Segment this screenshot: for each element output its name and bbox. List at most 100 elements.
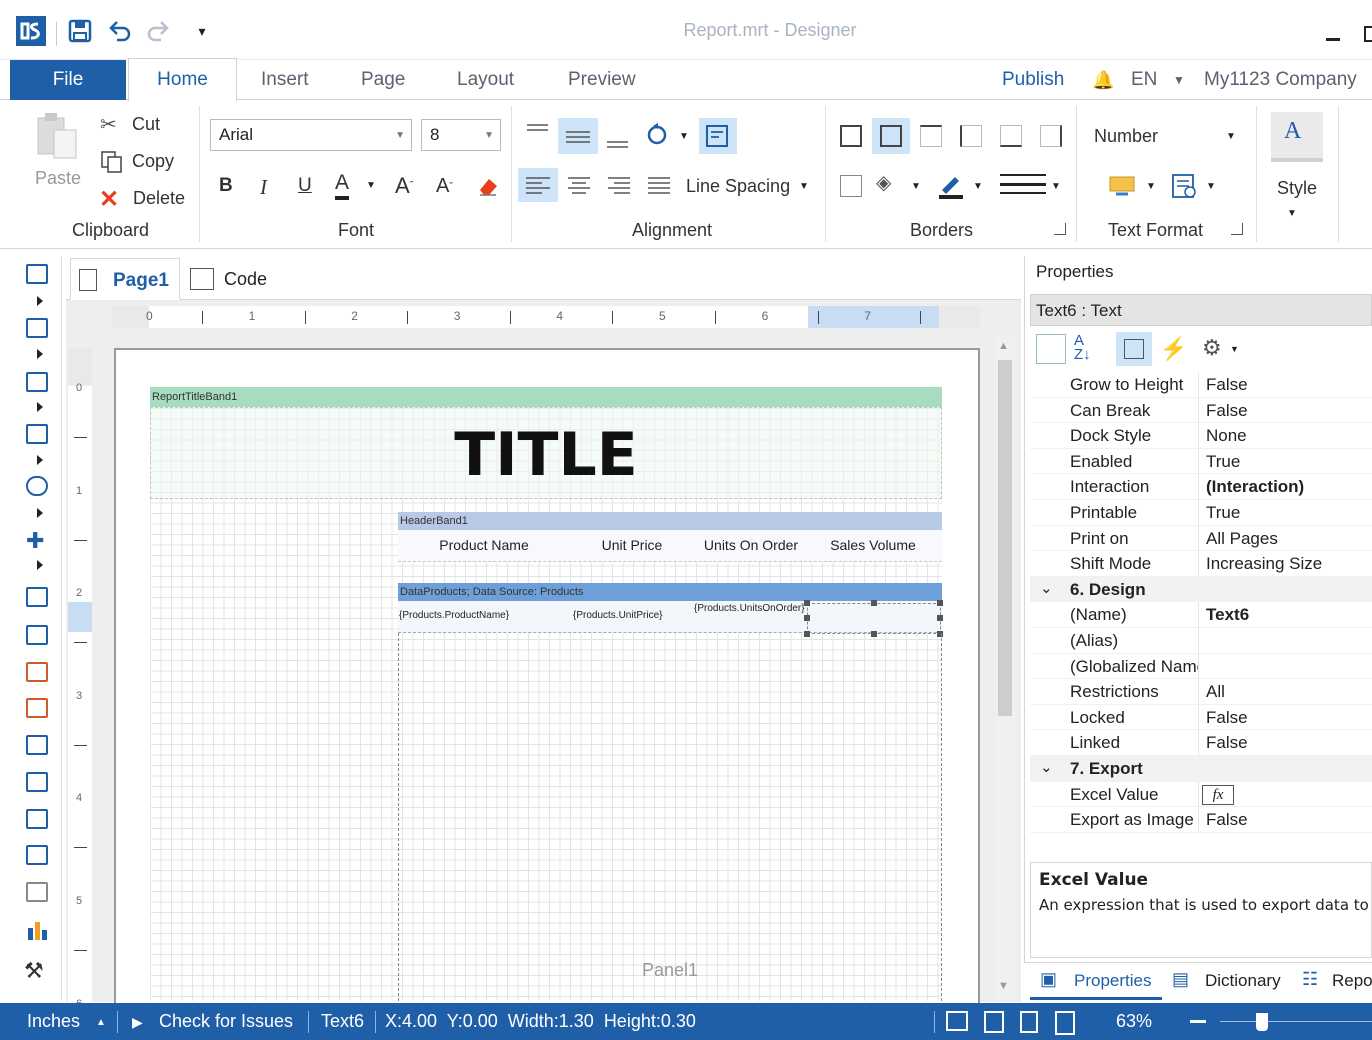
tab-code[interactable]: Code: [224, 269, 267, 290]
copy-button[interactable]: Copy: [132, 151, 174, 172]
property-row[interactable]: Excel Value fx: [1030, 781, 1372, 808]
align-top-icon[interactable]: [524, 122, 552, 142]
view-grid-icon[interactable]: [1055, 1011, 1075, 1035]
cell-product-name[interactable]: {Products.ProductName}: [399, 610, 569, 621]
code-icon[interactable]: [190, 268, 214, 290]
selected-text6[interactable]: [807, 603, 941, 634]
resize-handle[interactable]: [804, 615, 810, 621]
property-value[interactable]: False: [1206, 810, 1372, 830]
property-value[interactable]: False: [1206, 733, 1372, 753]
events-icon[interactable]: ⚡: [1160, 336, 1187, 362]
chart-icon[interactable]: [26, 918, 52, 947]
paste-label[interactable]: Paste: [35, 168, 81, 189]
tab-page1[interactable]: Page1: [70, 258, 180, 300]
chevron-down-icon[interactable]: ▼: [1173, 60, 1185, 100]
header-sales-volume[interactable]: Sales Volume: [808, 537, 938, 553]
style-button[interactable]: Style: [1277, 178, 1317, 199]
property-category[interactable]: ⌄ 7. Export: [1030, 756, 1372, 782]
scroll-down-icon[interactable]: ▼: [998, 980, 1009, 992]
fill-bucket-icon[interactable]: ◈: [876, 170, 891, 195]
outside-borders-icon[interactable]: [872, 118, 910, 154]
align-center-icon[interactable]: [562, 168, 596, 202]
property-value[interactable]: All Pages: [1206, 529, 1372, 549]
tab-insert[interactable]: Insert: [261, 60, 309, 100]
property-value[interactable]: All: [1206, 682, 1372, 702]
resize-handle[interactable]: [937, 600, 943, 606]
text-format-select[interactable]: Number: [1094, 126, 1158, 147]
property-row[interactable]: Enabled True: [1030, 448, 1372, 475]
chevron-down-icon[interactable]: ▼: [1230, 344, 1239, 354]
band-icon[interactable]: [26, 264, 48, 284]
font-size-select[interactable]: 8 ▼: [421, 119, 501, 151]
property-row[interactable]: (Name) Text6: [1030, 602, 1372, 628]
scroll-up-icon[interactable]: ▲: [998, 340, 1009, 352]
property-row[interactable]: (Alias): [1030, 628, 1372, 654]
categorized-icon[interactable]: [1036, 334, 1066, 364]
border-style-icon[interactable]: [1000, 174, 1046, 194]
components-icon[interactable]: [26, 372, 48, 392]
italic-button[interactable]: I: [260, 175, 267, 200]
right-border-icon[interactable]: [1040, 125, 1062, 147]
word-wrap-icon[interactable]: [699, 118, 737, 154]
delete-icon[interactable]: ✕: [99, 185, 119, 214]
justify-icon[interactable]: [642, 168, 676, 202]
cut-button[interactable]: Cut: [132, 114, 160, 135]
property-row[interactable]: Locked False: [1030, 704, 1372, 731]
chevron-down-icon[interactable]: ▼: [366, 180, 376, 191]
minimize-button[interactable]: [1326, 38, 1340, 41]
zoom-out-icon[interactable]: [1190, 1020, 1206, 1023]
header-unit-price[interactable]: Unit Price: [570, 537, 694, 553]
pen-color-icon[interactable]: [937, 172, 965, 205]
chevron-down-icon[interactable]: ▼: [679, 131, 689, 142]
align-middle-icon[interactable]: [558, 118, 598, 154]
align-right-icon[interactable]: [602, 168, 636, 202]
resize-handle[interactable]: [804, 600, 810, 606]
scrollbar-thumb[interactable]: [998, 360, 1012, 716]
property-row[interactable]: Interaction (Interaction): [1030, 474, 1372, 500]
style-gallery-icon[interactable]: A: [1271, 112, 1323, 162]
data-text-icon[interactable]: [26, 698, 48, 718]
chevron-down-icon[interactable]: ▼: [1146, 181, 1156, 192]
chevron-down-icon[interactable]: ▼: [1206, 181, 1216, 192]
bottom-border-icon[interactable]: [1000, 125, 1022, 147]
font-family-select[interactable]: Arial ▼: [210, 119, 412, 151]
container-icon[interactable]: [26, 772, 48, 792]
header-units-on-order[interactable]: Units On Order: [694, 537, 808, 553]
conditions-icon[interactable]: [1108, 172, 1138, 205]
shapes-icon[interactable]: [26, 476, 48, 496]
align-left-icon[interactable]: [518, 168, 558, 202]
property-value[interactable]: False: [1206, 401, 1372, 421]
gear-icon[interactable]: ⚙: [1202, 335, 1222, 361]
shrink-font-button[interactable]: Aˇ: [436, 175, 453, 198]
chevron-down-icon[interactable]: ⌄: [1040, 758, 1053, 776]
bold-button[interactable]: B: [219, 175, 233, 197]
chevron-right-icon[interactable]: [37, 296, 43, 306]
no-border-icon[interactable]: [840, 175, 862, 197]
resize-handle[interactable]: [871, 600, 877, 606]
resize-handle[interactable]: [937, 615, 943, 621]
chevron-right-icon[interactable]: [37, 560, 43, 570]
tools-icon[interactable]: ⚒: [24, 958, 44, 984]
font-color-button[interactable]: A: [335, 170, 350, 200]
panel1[interactable]: [398, 633, 942, 1001]
property-row[interactable]: Can Break False: [1030, 397, 1372, 424]
text-icon[interactable]: [26, 587, 48, 607]
rotate-icon[interactable]: [644, 122, 670, 153]
delete-button[interactable]: Delete: [133, 188, 185, 209]
units-selector[interactable]: Inches: [27, 1011, 80, 1032]
tab-dictionary[interactable]: ▤ Dictionary: [1170, 962, 1294, 1000]
chevron-down-icon[interactable]: ⌄: [1040, 579, 1053, 597]
cell-unit-price[interactable]: {Products.UnitPrice}: [573, 610, 691, 621]
publish-button[interactable]: Publish: [1002, 60, 1064, 100]
header-product-name[interactable]: Product Name: [398, 537, 570, 553]
property-value[interactable]: True: [1206, 452, 1372, 472]
property-row[interactable]: Dock Style None: [1030, 423, 1372, 449]
property-value[interactable]: False: [1206, 708, 1372, 728]
property-row[interactable]: Export as Image False: [1030, 807, 1372, 833]
property-value[interactable]: True: [1206, 503, 1372, 523]
company-selector[interactable]: My1123 Company: [1204, 60, 1357, 100]
text-in-cells-icon[interactable]: [26, 662, 48, 682]
property-value[interactable]: (Interaction): [1206, 477, 1372, 497]
view-page-icon[interactable]: [984, 1011, 1004, 1033]
file-tab[interactable]: File: [10, 60, 126, 100]
